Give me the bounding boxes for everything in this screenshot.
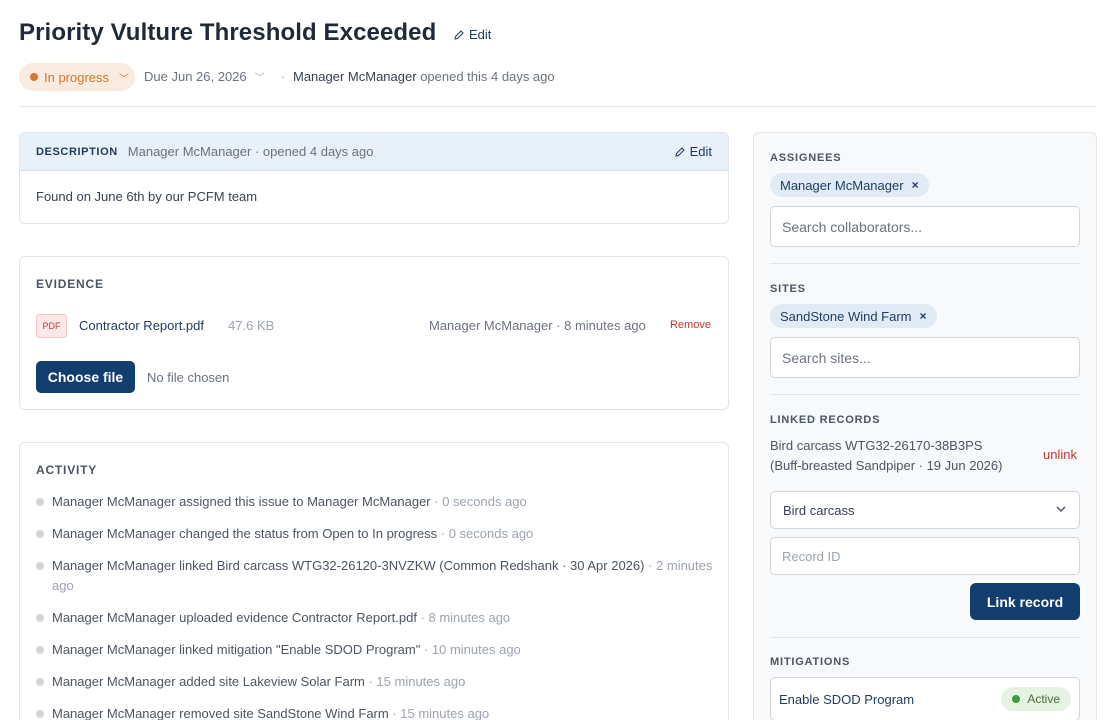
activity-text: Manager McManager added site Lakeview So… <box>52 674 365 689</box>
sidebar-divider <box>770 394 1080 395</box>
activity-text: Manager McManager removed site SandStone… <box>52 706 389 720</box>
record-type-value: Bird carcass <box>783 502 855 518</box>
status-dot-icon <box>30 73 38 81</box>
mitigation-status-badge: Active <box>1001 687 1071 711</box>
sidebar-divider <box>770 637 1080 638</box>
evidence-file-link[interactable]: Contractor Report.pdf <box>79 318 204 333</box>
remove-site-icon[interactable]: × <box>920 309 927 323</box>
page-title: Priority Vulture Threshold Exceeded <box>19 19 437 46</box>
description-edit-button[interactable]: Edit <box>674 144 712 159</box>
sidebar-divider <box>770 263 1080 264</box>
assignee-chip: Manager McManager × <box>770 173 929 197</box>
activity-text: Manager McManager changed the status fro… <box>52 526 438 541</box>
title-edit-button[interactable]: Edit <box>453 27 491 42</box>
description-meta: Manager McManager · opened 4 days ago <box>127 144 374 159</box>
mitigation-status-label: Active <box>1027 692 1060 706</box>
activity-item: Manager McManager uploaded evidence Cont… <box>36 608 716 628</box>
mitigations-label: MITIGATIONS <box>770 656 851 668</box>
activity-list: Manager McManager assigned this issue to… <box>36 492 716 720</box>
evidence-card: EVIDENCE PDF Contractor Report.pdf 47.6 … <box>19 256 729 410</box>
pdf-file-icon: PDF <box>36 314 67 338</box>
linked-records-label: LINKED RECORDS <box>770 414 881 426</box>
choose-file-button[interactable]: Choose file <box>36 361 135 393</box>
pencil-icon <box>674 146 685 157</box>
title-edit-label: Edit <box>469 27 492 42</box>
record-type-select[interactable]: Bird carcass <box>770 491 1080 529</box>
description-card: DESCRIPTION Manager McManager · opened 4… <box>19 132 729 224</box>
activity-text: Manager McManager uploaded evidence Cont… <box>52 610 417 625</box>
search-sites-input[interactable] <box>770 337 1080 378</box>
opened-by: Manager McManager <box>293 69 417 84</box>
header-divider <box>19 106 1097 107</box>
due-date-label: Due Jun 26, 2026 <box>144 69 247 84</box>
description-edit-label: Edit <box>689 144 712 159</box>
site-chip: SandStone Wind Farm × <box>770 304 937 328</box>
no-file-label: No file chosen <box>147 370 230 385</box>
status-dropdown[interactable]: In progress ﹀ <box>19 63 135 91</box>
due-date-dropdown[interactable]: Due Jun 26, 2026 ﹀ <box>144 69 265 84</box>
evidence-file-meta: Manager McManager · 8 minutes ago <box>429 318 646 333</box>
chevron-down-icon: ﹀ <box>119 73 130 85</box>
chevron-down-icon: ﹀ <box>254 73 265 84</box>
unlink-record-button[interactable]: unlink <box>1043 447 1077 462</box>
search-collaborators-input[interactable] <box>770 206 1080 247</box>
linked-record: Bird carcass WTG32-26170-38B3PS (Buff-br… <box>770 436 1002 476</box>
evidence-remove-button[interactable]: Remove <box>670 319 711 331</box>
activity-text: Manager McManager linked Bird carcass WT… <box>52 558 645 573</box>
activity-item: Manager McManager assigned this issue to… <box>36 492 716 512</box>
link-record-button[interactable]: Link record <box>970 583 1080 620</box>
evidence-label: EVIDENCE <box>36 277 104 291</box>
activity-text: Manager McManager linked mitigation "Ena… <box>52 642 421 657</box>
assignee-chip-label: Manager McManager <box>780 177 904 193</box>
activity-item: Manager McManager linked mitigation "Ena… <box>36 640 716 660</box>
activity-label: ACTIVITY <box>36 463 98 477</box>
opened-text: opened this 4 days ago <box>420 69 555 84</box>
record-id-input[interactable] <box>770 537 1080 575</box>
activity-item: Manager McManager linked Bird carcass WT… <box>36 556 716 596</box>
status-label: In progress <box>44 69 110 85</box>
linked-record-title: Bird carcass WTG32-26170-38B3PS <box>770 438 983 453</box>
activity-item: Manager McManager removed site SandStone… <box>36 704 716 720</box>
activity-time: · 0 seconds ago <box>437 526 534 541</box>
remove-assignee-icon[interactable]: × <box>912 178 919 192</box>
site-chip-label: SandStone Wind Farm <box>780 308 912 324</box>
activity-item: Manager McManager changed the status fro… <box>36 524 716 544</box>
activity-time: · 8 minutes ago <box>416 610 511 625</box>
assignees-label: ASSIGNEES <box>770 152 842 164</box>
meta-separator: · <box>281 69 286 84</box>
mitigation-name: Enable SDOD Program <box>779 691 915 707</box>
activity-time: · 10 minutes ago <box>420 642 521 657</box>
activity-time: · 15 minutes ago <box>364 674 466 689</box>
linked-record-detail: (Buff-breasted Sandpiper · 19 Jun 2026) <box>770 458 1003 473</box>
activity-item: Manager McManager added site Lakeview So… <box>36 672 716 692</box>
pencil-icon <box>454 29 464 40</box>
description-header: DESCRIPTION Manager McManager · opened 4… <box>20 133 728 171</box>
mitigation-item[interactable]: Enable SDOD Program Active <box>770 677 1080 720</box>
description-label: DESCRIPTION <box>36 145 118 158</box>
activity-text: Manager McManager assigned this issue to… <box>52 494 431 509</box>
issue-sidebar: ASSIGNEES Manager McManager × SITES Sand… <box>753 132 1097 720</box>
opened-meta: Manager McManager opened this 4 days ago <box>293 69 555 84</box>
sites-label: SITES <box>770 283 806 295</box>
description-body: Found on June 6th by our PCFM team <box>36 189 258 204</box>
activity-time: · 15 minutes ago <box>388 706 490 720</box>
activity-card: ACTIVITY Manager McManager assigned this… <box>19 442 729 720</box>
chevron-down-icon <box>1055 503 1067 518</box>
evidence-file-size: 47.6 KB <box>228 318 275 333</box>
active-dot-icon <box>1012 695 1021 703</box>
activity-time: · 0 seconds ago <box>430 494 527 509</box>
